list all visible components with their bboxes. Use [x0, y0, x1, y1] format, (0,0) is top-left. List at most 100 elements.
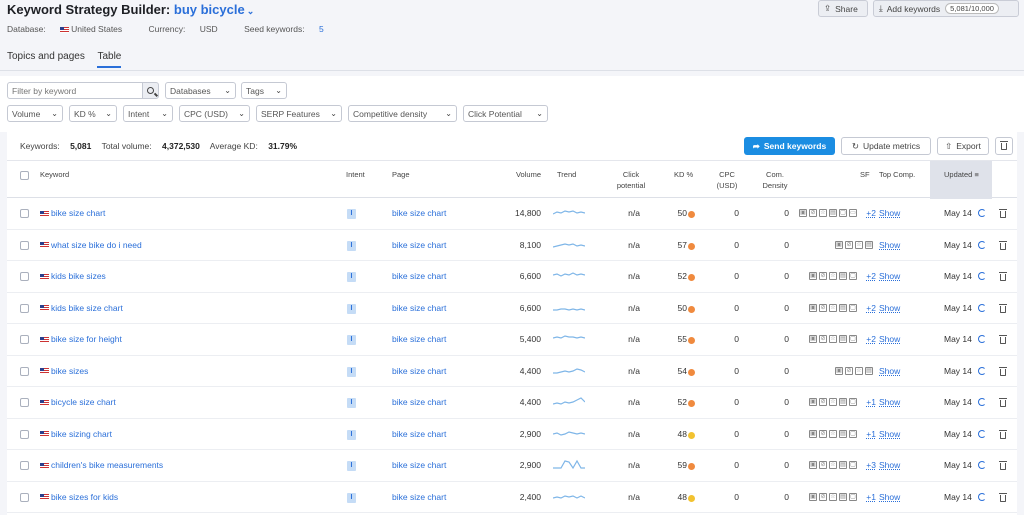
trash-icon[interactable] — [999, 335, 1007, 344]
delete-button[interactable] — [995, 137, 1013, 155]
row-checkbox[interactable] — [20, 209, 29, 218]
row-checkbox[interactable] — [20, 429, 29, 439]
serp-features-more-link[interactable]: +1 — [866, 492, 876, 503]
trash-icon[interactable] — [999, 398, 1007, 407]
serp-features-more-link[interactable]: +2 — [866, 334, 876, 345]
column-cpc[interactable]: CPC (USD) — [712, 169, 742, 191]
row-checkbox[interactable] — [20, 492, 29, 502]
seed-keyword-dropdown[interactable]: buy bicycle ⌄ — [174, 2, 254, 17]
page-link[interactable]: bike size chart — [392, 334, 446, 345]
refresh-icon[interactable] — [978, 240, 986, 249]
top-comp-show-link[interactable]: Show — [879, 460, 900, 471]
tab-topics-and-pages[interactable]: Topics and pages — [7, 51, 85, 62]
refresh-icon[interactable] — [978, 335, 986, 343]
keyword-link[interactable]: bike sizes — [40, 366, 88, 377]
keyword-filter-input[interactable] — [7, 82, 143, 99]
refresh-icon[interactable] — [978, 272, 986, 280]
trash-icon[interactable] — [999, 492, 1007, 502]
row-checkbox[interactable] — [20, 272, 29, 281]
click-potential-filter[interactable]: Click Potential ⌄ — [463, 105, 548, 122]
row-checkbox[interactable] — [20, 366, 29, 376]
serp-features-more-link[interactable]: +2 — [866, 303, 876, 314]
page-link[interactable]: bike size chart — [392, 429, 446, 440]
keyword-link[interactable]: bike size for height — [40, 334, 122, 345]
export-button[interactable]: ⇧ Export — [937, 137, 989, 155]
serp-features-filter[interactable]: SERP Features ⌄ — [256, 105, 342, 122]
keyword-link[interactable]: children's bike measurements — [40, 460, 163, 471]
column-keyword[interactable]: Keyword — [40, 169, 69, 180]
top-comp-show-link[interactable]: Show — [879, 303, 900, 314]
select-all-checkbox[interactable] — [20, 171, 29, 180]
refresh-icon[interactable] — [978, 366, 986, 375]
refresh-icon[interactable] — [978, 461, 986, 469]
page-link[interactable]: bike size chart — [392, 397, 446, 408]
top-comp-show-link[interactable]: Show — [879, 208, 900, 219]
row-checkbox[interactable] — [20, 398, 29, 407]
top-comp-show-link[interactable]: Show — [879, 429, 900, 440]
page-link[interactable]: bike size chart — [392, 240, 446, 251]
column-kd[interactable]: KD % — [674, 169, 693, 180]
page-link[interactable]: bike size chart — [392, 492, 446, 503]
column-updated[interactable]: Updated ≡ — [944, 169, 979, 180]
column-top-comp[interactable]: Top Comp. — [879, 169, 915, 180]
trash-icon[interactable] — [999, 429, 1007, 439]
trash-icon[interactable] — [999, 209, 1007, 218]
intent-filter[interactable]: Intent ⌄ — [123, 105, 173, 122]
databases-filter[interactable]: Databases ⌄ — [165, 82, 236, 99]
refresh-icon[interactable] — [978, 492, 986, 501]
column-com-density[interactable]: Com. Density — [757, 169, 793, 191]
refresh-icon[interactable] — [978, 429, 986, 438]
top-comp-show-link[interactable]: Show — [879, 240, 900, 251]
keyword-link[interactable]: what size bike do i need — [40, 240, 142, 251]
trash-icon[interactable] — [999, 366, 1007, 376]
column-sf[interactable]: SF — [860, 169, 870, 180]
volume-filter[interactable]: Volume ⌄ — [7, 105, 63, 122]
trash-icon[interactable] — [999, 240, 1007, 250]
competitive-density-filter[interactable]: Competitive density ⌄ — [348, 105, 457, 122]
seed-count-link[interactable]: 5 — [319, 24, 324, 34]
share-button[interactable]: ⇪ Share — [818, 0, 868, 17]
serp-features-more-link[interactable]: +1 — [866, 429, 876, 440]
trash-icon[interactable] — [999, 461, 1007, 470]
row-checkbox[interactable] — [20, 335, 29, 344]
add-keywords-button[interactable]: ⤓ Add keywords 5,081/10,000 — [873, 0, 1019, 17]
top-comp-show-link[interactable]: Show — [879, 492, 900, 503]
keyword-link[interactable]: kids bike sizes — [40, 271, 106, 282]
page-link[interactable]: bike size chart — [392, 303, 446, 314]
refresh-icon[interactable] — [978, 398, 986, 406]
trash-icon[interactable] — [999, 272, 1007, 281]
keyword-link[interactable]: bike sizing chart — [40, 429, 112, 440]
column-trend[interactable]: Trend — [557, 169, 576, 180]
tags-filter[interactable]: Tags ⌄ — [241, 82, 287, 99]
keyword-link[interactable]: kids bike size chart — [40, 303, 123, 314]
top-comp-show-link[interactable]: Show — [879, 397, 900, 408]
search-button[interactable] — [142, 82, 159, 99]
top-comp-show-link[interactable]: Show — [879, 271, 900, 282]
refresh-icon[interactable] — [978, 303, 986, 312]
serp-features-more-link[interactable]: +1 — [866, 397, 876, 408]
row-checkbox[interactable] — [20, 303, 29, 313]
row-checkbox[interactable] — [20, 240, 29, 250]
refresh-icon[interactable] — [978, 209, 986, 217]
serp-features-more-link[interactable]: +2 — [866, 271, 876, 282]
page-link[interactable]: bike size chart — [392, 460, 446, 471]
send-keywords-button[interactable]: ➦ Send keywords — [744, 137, 835, 155]
column-intent[interactable]: Intent — [346, 169, 365, 180]
keyword-link[interactable]: bicycle size chart — [40, 397, 116, 408]
serp-features-more-link[interactable]: +3 — [866, 460, 876, 471]
update-metrics-button[interactable]: ↻ Update metrics — [841, 137, 931, 155]
column-volume[interactable]: Volume — [516, 169, 541, 180]
row-checkbox[interactable] — [20, 461, 29, 470]
top-comp-show-link[interactable]: Show — [879, 366, 900, 377]
cpc-filter[interactable]: CPC (USD) ⌄ — [179, 105, 250, 122]
top-comp-show-link[interactable]: Show — [879, 334, 900, 345]
tab-table[interactable]: Table — [97, 51, 122, 68]
serp-features-more-link[interactable]: +2 — [866, 208, 876, 219]
column-page[interactable]: Page — [392, 169, 410, 180]
trash-icon[interactable] — [999, 303, 1007, 313]
column-click-potential[interactable]: Click potential — [607, 169, 655, 191]
kd-filter[interactable]: KD % ⌄ — [69, 105, 117, 122]
page-link[interactable]: bike size chart — [392, 366, 446, 377]
keyword-link[interactable]: bike size chart — [40, 208, 105, 219]
page-link[interactable]: bike size chart — [392, 271, 446, 282]
